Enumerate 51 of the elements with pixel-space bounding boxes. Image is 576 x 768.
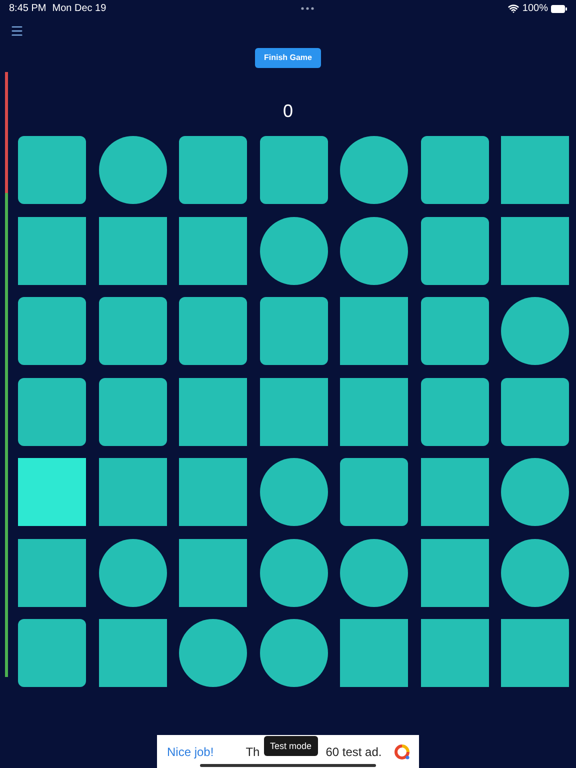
menu-icon[interactable] xyxy=(10,24,24,38)
status-date: Mon Dec 19 xyxy=(52,2,106,16)
game-tile[interactable] xyxy=(340,458,408,526)
game-tile[interactable] xyxy=(98,619,166,687)
game-tile[interactable] xyxy=(179,538,247,606)
game-tile[interactable] xyxy=(18,458,86,526)
game-tile[interactable] xyxy=(420,297,488,365)
ad-headline: Nice job! xyxy=(167,744,214,760)
game-tile[interactable] xyxy=(179,136,247,204)
game-tile[interactable] xyxy=(340,297,408,365)
game-tile[interactable] xyxy=(98,378,166,446)
game-tile[interactable] xyxy=(420,216,488,284)
ad-text: 60 test ad. xyxy=(326,744,382,760)
game-tile[interactable] xyxy=(179,378,247,446)
ad-banner[interactable]: Nice job! Th Test mode 60 test ad. xyxy=(157,735,419,768)
game-tile[interactable] xyxy=(420,378,488,446)
game-tile[interactable] xyxy=(260,297,328,365)
game-tile[interactable] xyxy=(179,297,247,365)
game-tile[interactable] xyxy=(340,378,408,446)
battery-percent: 100% xyxy=(522,2,548,16)
battery-icon xyxy=(551,5,567,13)
game-tile[interactable] xyxy=(420,458,488,526)
ad-logo-icon xyxy=(394,744,410,760)
game-tile[interactable] xyxy=(18,538,86,606)
game-tile[interactable] xyxy=(501,619,569,687)
game-tile[interactable] xyxy=(260,378,328,446)
game-tile[interactable] xyxy=(18,297,86,365)
score: 0 xyxy=(282,100,293,122)
game-tile[interactable] xyxy=(420,538,488,606)
game-tile[interactable] xyxy=(18,619,86,687)
test-mode-tooltip: Test mode xyxy=(264,736,318,756)
game-tile[interactable] xyxy=(179,216,247,284)
game-tile[interactable] xyxy=(18,216,86,284)
status-time: 8:45 PM xyxy=(9,2,46,16)
home-indicator[interactable] xyxy=(200,764,376,767)
game-tile[interactable] xyxy=(420,136,488,204)
game-tile[interactable] xyxy=(501,378,569,446)
game-tile[interactable] xyxy=(18,136,86,204)
wifi-icon xyxy=(508,3,520,14)
game-tile[interactable] xyxy=(420,619,488,687)
game-tile[interactable] xyxy=(98,297,166,365)
game-tile[interactable] xyxy=(501,216,569,284)
game-tile[interactable] xyxy=(501,136,569,204)
game-tile[interactable] xyxy=(179,458,247,526)
game-tile[interactable] xyxy=(98,216,166,284)
game-tile[interactable] xyxy=(18,378,86,446)
game-tile[interactable] xyxy=(260,136,328,204)
game-tile[interactable] xyxy=(340,619,408,687)
multitasking-dots-icon[interactable] xyxy=(300,7,314,10)
ad-text: Th xyxy=(246,744,260,760)
game-tile[interactable] xyxy=(98,458,166,526)
